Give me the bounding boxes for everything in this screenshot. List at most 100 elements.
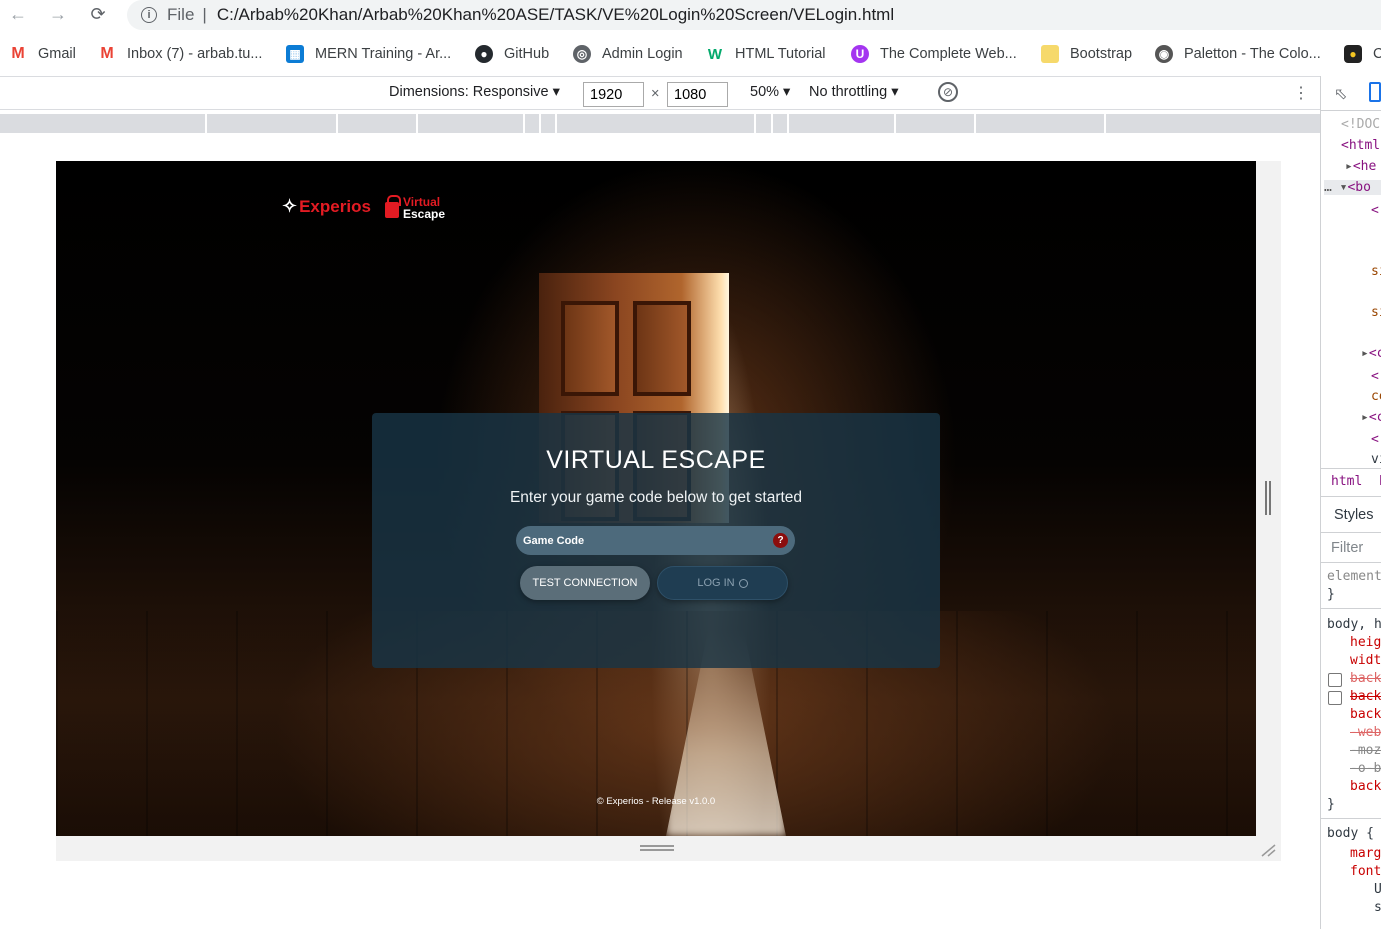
bookmark-label: MERN Training - Ar... xyxy=(315,46,452,62)
corner-resize-icon[interactable] xyxy=(1260,843,1276,857)
bookmarks-bar: M Gmail M Inbox (7) - arbab.tu... ▦ MERN… xyxy=(0,38,1381,70)
virtual-escape-logo[interactable]: Virtual Escape xyxy=(385,195,446,221)
style-line[interactable]: back xyxy=(1350,671,1381,686)
width-input[interactable] xyxy=(583,82,644,107)
login-card: VIRTUAL ESCAPE Enter your game code belo… xyxy=(372,413,940,668)
dom-line[interactable]: ▸<c xyxy=(1361,410,1381,425)
url-text[interactable]: C:/Arbab%20Khan/Arbab%20Khan%20ASE/TASK/… xyxy=(217,5,894,25)
bookmark-gmail[interactable]: M Gmail xyxy=(9,38,76,70)
dom-line[interactable]: ▸<he xyxy=(1345,159,1376,174)
lock-icon xyxy=(385,195,401,218)
bookmark-github[interactable]: ● GitHub xyxy=(475,38,549,70)
page-subtitle: Enter your game code below to get starte… xyxy=(509,489,803,506)
breadcrumb-html[interactable]: html xyxy=(1331,474,1362,489)
dom-line[interactable]: sı xyxy=(1371,305,1381,320)
reload-icon[interactable]: ⟳ xyxy=(86,2,110,26)
back-arrow-icon[interactable]: ← xyxy=(6,2,30,26)
style-line: body { xyxy=(1327,826,1374,841)
bookmark-paletton[interactable]: ◉ Paletton - The Colo... xyxy=(1155,38,1321,70)
forward-arrow-icon[interactable]: → xyxy=(46,2,70,26)
style-line: } xyxy=(1327,797,1335,812)
style-line[interactable]: widt xyxy=(1350,653,1381,668)
styles-filter-input[interactable]: Filter xyxy=(1331,540,1363,556)
style-line[interactable]: -moz xyxy=(1350,743,1381,758)
dom-line[interactable]: <!DOC xyxy=(1341,117,1380,132)
scheme-label: File xyxy=(167,5,195,24)
device-mode-icon[interactable] xyxy=(1369,82,1381,102)
property-checkbox[interactable] xyxy=(1328,691,1342,705)
bookmark-label: Paletton - The Colo... xyxy=(1184,46,1321,62)
style-line[interactable]: back xyxy=(1350,779,1381,794)
dimensions-dropdown[interactable]: Dimensions: Responsive ▾ xyxy=(389,84,560,100)
rotate-icon[interactable]: ⊘ xyxy=(938,82,958,102)
style-line[interactable]: heig xyxy=(1350,635,1381,650)
test-connection-button[interactable]: TEST CONNECTION xyxy=(520,566,650,600)
w3schools-icon: W xyxy=(707,45,723,63)
globe-icon: ◎ xyxy=(573,45,591,63)
dom-line[interactable]: vi xyxy=(1371,452,1381,467)
zoom-dropdown[interactable]: 50% ▾ xyxy=(750,84,790,100)
style-line[interactable]: back xyxy=(1350,707,1381,722)
dom-line-selected[interactable]: … ▾<bo xyxy=(1324,180,1381,195)
style-line: } xyxy=(1327,587,1335,602)
help-icon[interactable]: ? xyxy=(773,533,788,548)
times-sign: × xyxy=(651,86,660,102)
style-line[interactable]: marg xyxy=(1350,846,1381,861)
bookmark-overflow[interactable]: ● C xyxy=(1344,38,1381,70)
info-icon[interactable]: i xyxy=(141,7,157,23)
dom-line[interactable]: sı xyxy=(1371,264,1381,279)
height-input[interactable] xyxy=(667,82,728,107)
test-connection-label: TEST CONNECTION xyxy=(532,577,638,589)
device-toolbar: Dimensions: Responsive ▾ × 50% ▾ No thro… xyxy=(0,76,1320,110)
vertical-resize-handle[interactable] xyxy=(1265,481,1271,515)
property-checkbox[interactable] xyxy=(1328,673,1342,687)
bookmark-label: HTML Tutorial xyxy=(735,46,826,62)
footer-text: © Experios - Release v1.0.0 xyxy=(596,796,716,807)
bookmark-html-tutorial[interactable]: W HTML Tutorial xyxy=(706,38,826,70)
dom-line[interactable]: <! xyxy=(1371,432,1381,447)
udemy-icon: U xyxy=(851,45,869,63)
dom-line[interactable]: <html xyxy=(1341,138,1380,153)
bookmark-complete-web[interactable]: U The Complete Web... xyxy=(851,38,1017,70)
throttling-dropdown[interactable]: No throttling ▾ xyxy=(809,84,899,100)
dom-line[interactable]: ce xyxy=(1371,389,1381,404)
dom-line[interactable]: < xyxy=(1371,369,1379,384)
bookmark-inbox[interactable]: M Inbox (7) - arbab.tu... xyxy=(98,38,262,70)
bookmark-mern-training[interactable]: ▦ MERN Training - Ar... xyxy=(286,38,451,70)
style-line[interactable]: back xyxy=(1350,689,1381,704)
bookmark-label: Admin Login xyxy=(602,46,683,62)
bookmark-admin-login[interactable]: ◎ Admin Login xyxy=(573,38,683,70)
style-line[interactable]: -web xyxy=(1350,725,1381,740)
login-button[interactable]: LOG IN xyxy=(657,566,788,600)
omnibox[interactable]: i File | C:/Arbab%20Khan/Arbab%20Khan%20… xyxy=(127,0,1381,30)
media-query-ruler[interactable] xyxy=(0,114,1320,133)
bookmark-label: Inbox (7) - arbab.tu... xyxy=(127,46,263,62)
github-icon: ● xyxy=(475,45,493,63)
shield-icon: ● xyxy=(1344,45,1362,63)
tab-styles[interactable]: Styles xyxy=(1334,507,1374,523)
experios-mark-icon: ✧ xyxy=(282,196,298,216)
bookmark-label: C xyxy=(1373,46,1381,62)
gmail-icon: M xyxy=(11,45,25,62)
login-page: ✧ Experios Virtual Escape VIRTUAL ESCAPE… xyxy=(56,161,1256,836)
bookmark-bootstrap[interactable]: Bootstrap xyxy=(1041,38,1132,70)
dom-line[interactable]: ▸<c xyxy=(1361,346,1381,361)
experios-logo[interactable]: ✧ Experios xyxy=(282,196,371,217)
bookmark-label: Gmail xyxy=(38,46,76,62)
style-line[interactable]: font xyxy=(1350,864,1381,879)
horizontal-resize-handle[interactable] xyxy=(640,845,674,851)
more-options-icon[interactable]: ⋮ xyxy=(1293,83,1309,103)
bookmark-label: The Complete Web... xyxy=(880,46,1017,62)
game-code-input[interactable] xyxy=(516,526,795,555)
inspect-icon[interactable]: ⬁ xyxy=(1334,84,1347,103)
bookmark-label: GitHub xyxy=(504,46,550,62)
dom-line[interactable]: < xyxy=(1371,203,1379,218)
scheme-separator: | xyxy=(202,5,207,24)
style-line: body, h xyxy=(1327,617,1381,632)
trello-icon: ▦ xyxy=(286,45,304,63)
address-bar-row: ← → ⟳ i File | C:/Arbab%20Khan/Arbab%20K… xyxy=(0,0,1381,32)
gmail-icon: M xyxy=(100,45,114,62)
virtual-escape-logo-bottom: Escape xyxy=(403,207,446,221)
style-line[interactable]: -o-b xyxy=(1350,761,1381,776)
style-line: s xyxy=(1374,900,1381,915)
